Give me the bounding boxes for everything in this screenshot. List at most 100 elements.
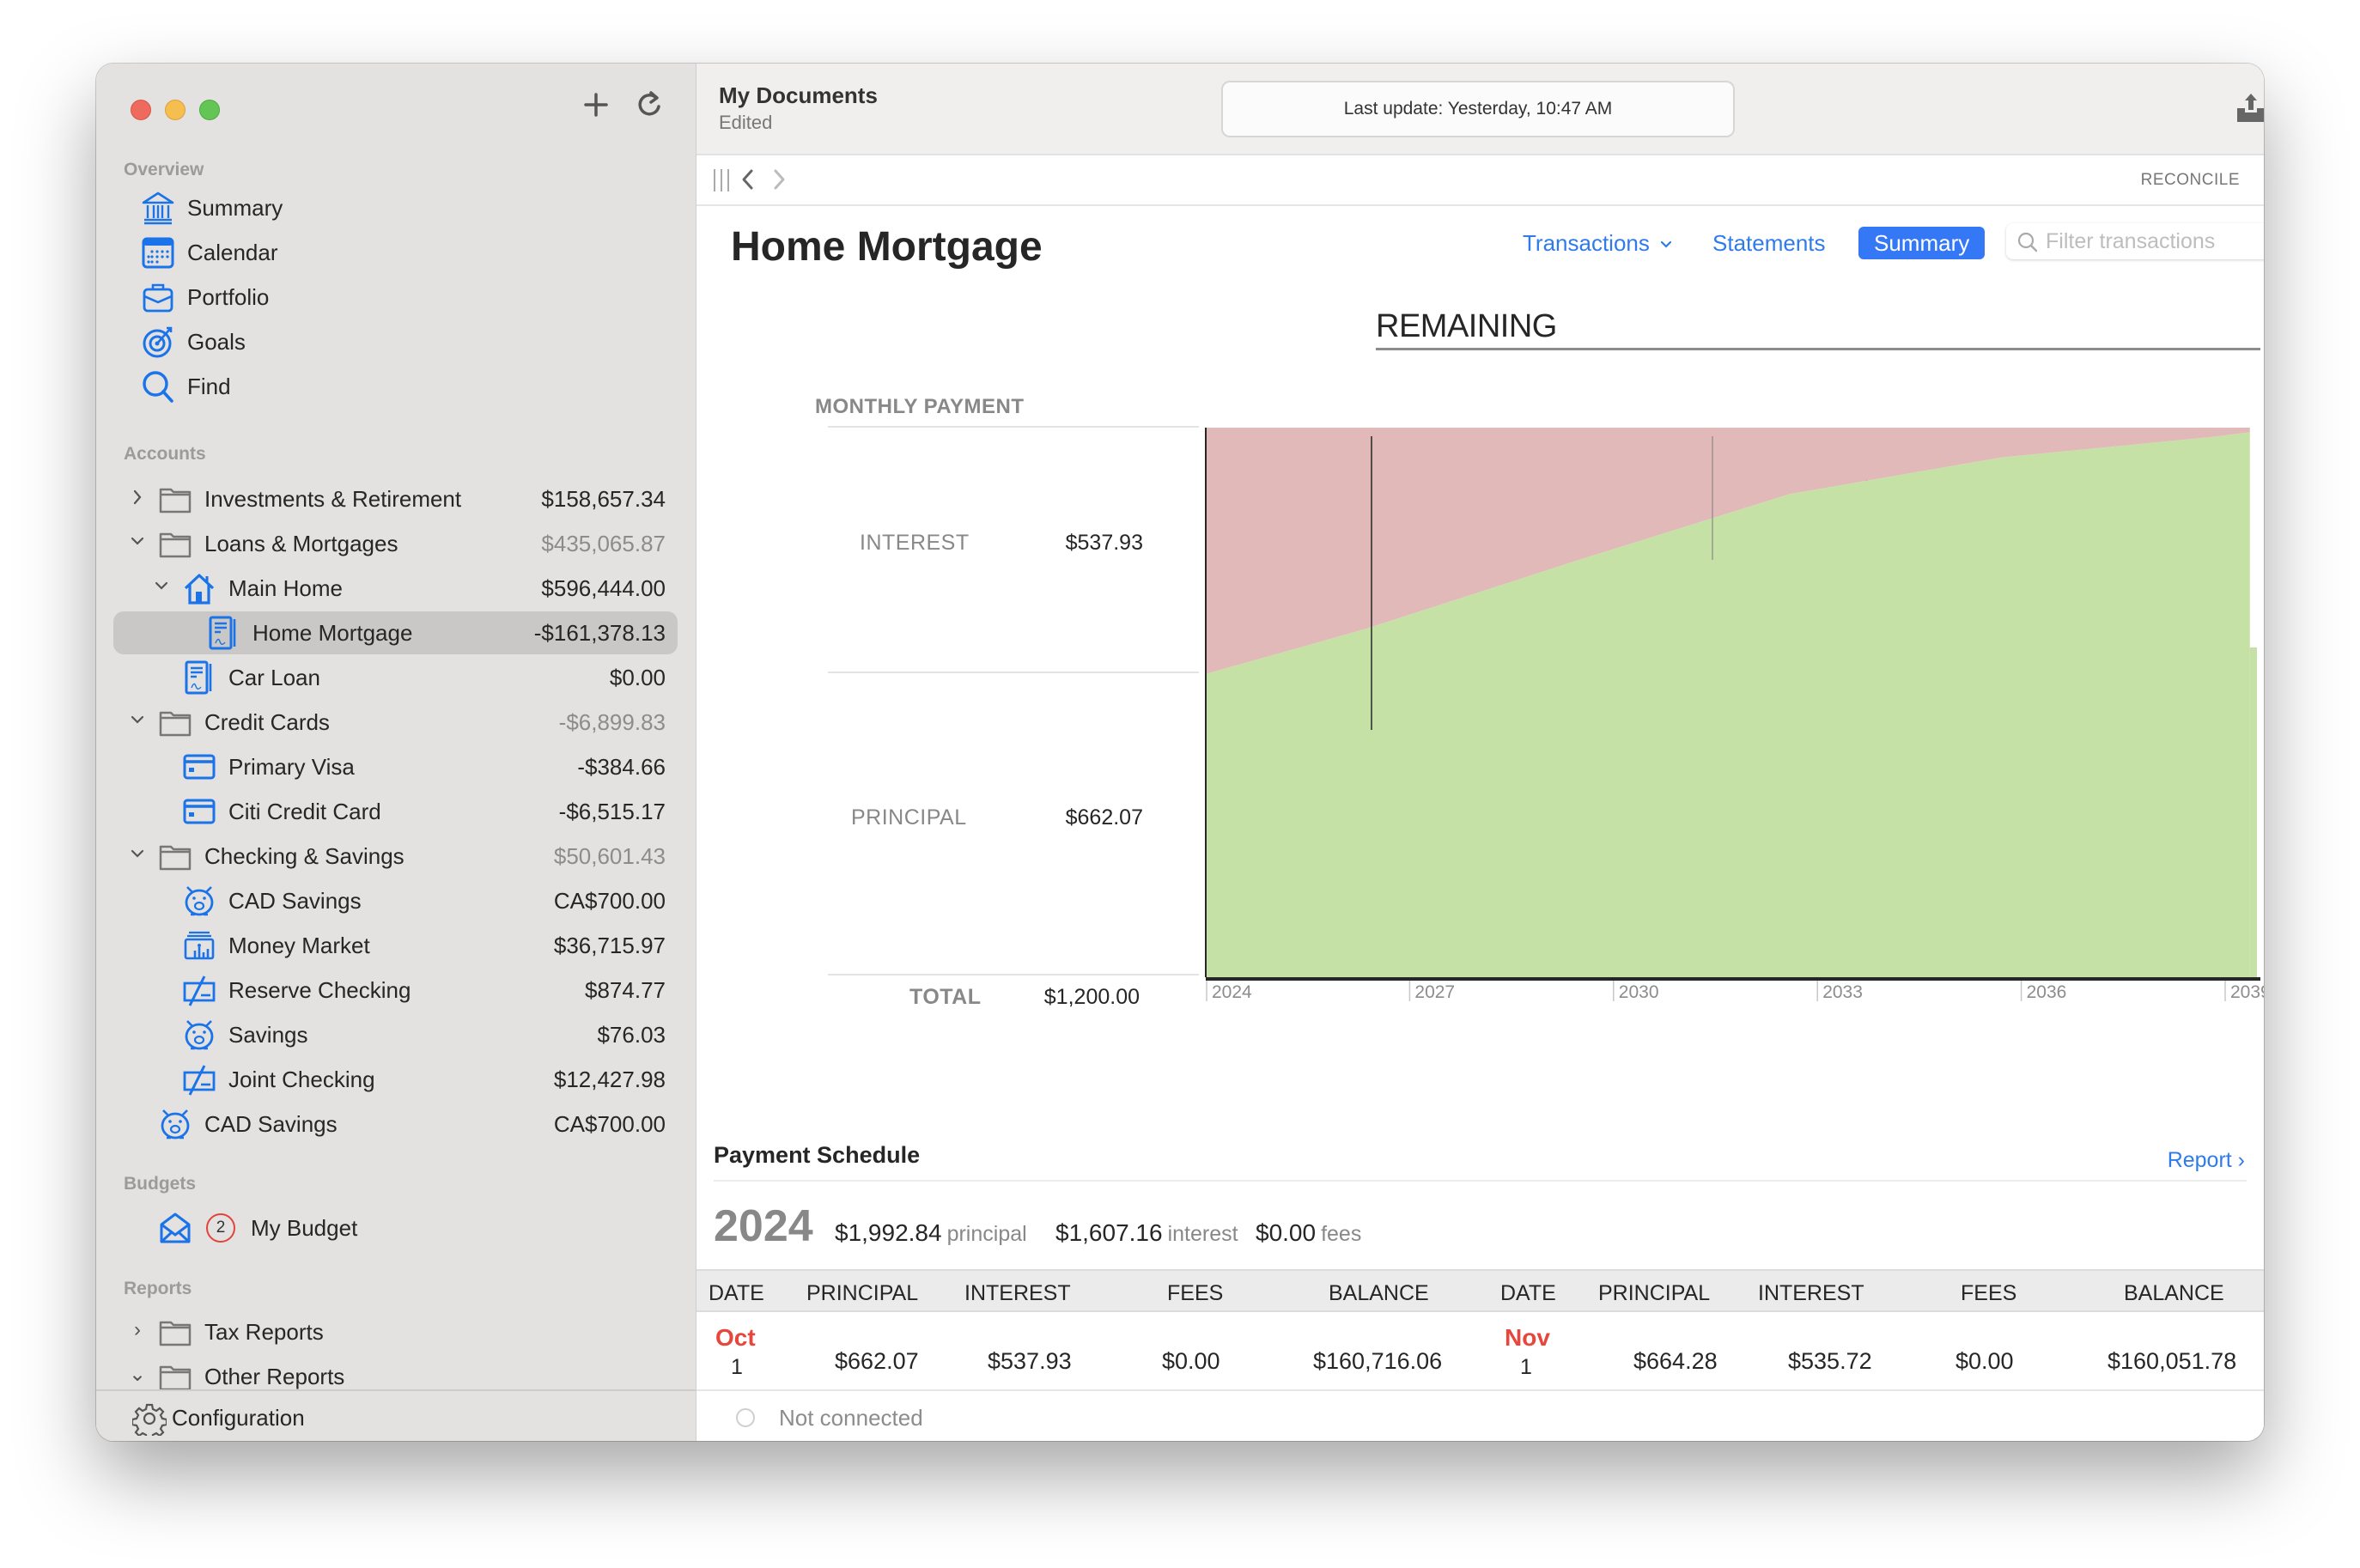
chevron-down-icon[interactable]: ⌄ [129,1362,146,1388]
folder-icon [158,526,192,561]
add-button[interactable] [577,86,615,124]
account-balance: -$6,515.17 [558,799,666,824]
chevron-down-icon[interactable] [153,574,170,599]
account-balance: CA$700.00 [553,888,666,914]
sidebar-item-goals[interactable]: Goals [113,320,678,363]
refresh-button[interactable] [630,86,668,124]
sidebar-item-label: Money Market [228,933,370,958]
summary-value: $0.00 [1256,1219,1317,1246]
sidebar-item-label: Primary Visa [228,754,355,780]
sidebar-account-credit-cards[interactable]: Credit Cards -$6,899.83 [113,701,678,744]
sidebar-item-label: Main Home [228,575,343,601]
column-header-principal: PRINCIPAL [1598,1281,1711,1305]
sidebar-item-portfolio[interactable]: Portfolio [113,276,678,319]
loan-document-icon [182,660,216,695]
sidebar-account-reserve-checking[interactable]: Reserve Checking $874.77 [113,969,678,1012]
sidebar-account-primary-visa[interactable]: Primary Visa -$384.66 [113,745,678,788]
sidebar-account-car-loan[interactable]: Car Loan $0.00 [113,656,678,699]
envelope-icon [158,1211,192,1245]
x-tick-label: 2030 [1619,982,1659,1002]
column-header-date: DATE [1500,1281,1556,1305]
x-tick-label: 2033 [1822,982,1863,1002]
payment-fees: $0.00 [1956,1348,2014,1374]
payment-balance: $160,716.06 [1313,1348,1443,1374]
sidebar-item-label: Savings [228,1022,308,1048]
report-link[interactable]: Report › [2168,1148,2245,1173]
folder-icon [158,482,192,516]
close-window-button[interactable] [131,100,151,120]
payment-principal: $662.07 [835,1348,919,1374]
sidebar-item-label: CAD Savings [228,888,362,914]
year-fees-summary: $0.00 fees [1256,1219,1361,1247]
chevron-down-icon[interactable] [129,708,146,733]
sidebar-account-cad-savings[interactable]: CAD Savings CA$700.00 [113,1103,678,1146]
piggy-bank-icon [182,884,216,918]
account-balance: $76.03 [597,1022,666,1048]
configuration-button[interactable]: Configuration [96,1389,696,1441]
column-header-date: DATE [709,1281,764,1305]
account-balance: $874.77 [585,977,666,1003]
sidebar-account-loans-and-mortgages[interactable]: Loans & Mortgages $435,065.87 [113,522,678,565]
piggy-bank-icon [182,1018,216,1052]
calendar-icon [141,235,175,270]
final-payment-bar [2249,647,2257,977]
chevron-down-icon[interactable] [129,529,146,555]
sidebar-item-summary[interactable]: Summary [113,186,678,229]
sidebar-account-joint-checking[interactable]: Joint Checking $12,427.98 [113,1058,678,1101]
sidebar-account-savings[interactable]: Savings $76.03 [113,1013,678,1056]
remaining-chart: 2024 2027 2030 2033 2036 2039 [1205,428,2264,1002]
sidebar-item-label: Checking & Savings [204,843,404,869]
sidebar-item-my-budget[interactable]: 2 My Budget [113,1206,678,1249]
sidebar-account-checking-and-savings[interactable]: Checking & Savings $50,601.43 [113,835,678,878]
target-icon [141,325,175,359]
x-tick-label: 2024 [1212,982,1252,1002]
connection-status-indicator [736,1408,755,1427]
briefcase-icon [141,280,175,314]
sidebar-item-label: Joint Checking [228,1067,375,1092]
sidebar-account-cad-savings[interactable]: CAD Savings CA$700.00 [113,879,678,922]
chevron-right-icon[interactable]: › [129,1317,146,1343]
year-interest-summary: $1,607.16 interest [1055,1219,1238,1247]
payment-balance: $160,051.78 [2108,1348,2237,1374]
sidebar-item-label: Goals [187,329,246,355]
x-tick-label: 2039 [2230,982,2264,1002]
credit-card-icon [182,750,216,784]
sidebar-account-investments-and-retirement[interactable]: Investments & Retirement $158,657.34 [113,477,678,520]
sidebar-item-tax-reports[interactable]: › Tax Reports [113,1310,678,1353]
folder-icon [158,1315,192,1349]
sidebar-item-label: Calendar [187,240,278,265]
connection-status: Not connected [779,1405,923,1431]
column-header-principal: PRINCIPAL [806,1281,919,1305]
x-tick-label: 2036 [2027,982,2067,1002]
sidebar-item-calendar[interactable]: Calendar [113,231,678,274]
sidebar-item-find[interactable]: Find [113,365,678,408]
column-header-interest: INTEREST [1758,1281,1864,1305]
schedule-row[interactable]: Oct 1 $662.07 $537.93 $0.00 $160,716.06 … [696,1312,2264,1391]
budget-alert-badge: 2 [206,1213,235,1243]
minimize-window-button[interactable] [165,100,186,120]
piggy-bank-icon [158,1107,192,1141]
sidebar-account-home-mortgage[interactable]: Home Mortgage -$161,378.13 [113,611,678,654]
account-balance: $0.00 [609,665,666,690]
chevron-down-icon[interactable] [129,842,146,867]
checkbook-icon [182,1062,216,1097]
summary-value: $1,607.16 [1055,1219,1163,1246]
sidebar-item-other-reports[interactable]: ⌄ Other Reports [113,1355,678,1389]
payment-interest: $537.93 [988,1348,1072,1374]
zoom-window-button[interactable] [199,100,220,120]
search-icon [141,369,175,404]
sidebar-account-citi-credit-card[interactable]: Citi Credit Card -$6,515.17 [113,790,678,833]
sidebar-account-money-market[interactable]: Money Market $36,715.97 [113,924,678,967]
summary-unit: principal [946,1222,1027,1246]
summary-unit: interest [1167,1222,1238,1246]
account-balance: $50,601.43 [553,843,666,869]
sidebar: Overview Accounts Budgets 2 My Budget Re… [96,64,696,1441]
sidebar-item-label: My Budget [251,1215,358,1241]
column-header-fees: FEES [1961,1281,2017,1305]
chevron-right-icon[interactable] [129,484,146,510]
status-bar: Not connected [696,1393,2264,1441]
sidebar-account-main-home[interactable]: Main Home $596,444.00 [113,567,678,610]
sidebar-item-label: Find [187,374,231,399]
schedule-table-header: DATE PRINCIPAL INTEREST FEES BALANCE DAT… [696,1269,2264,1312]
app-window: Overview Accounts Budgets 2 My Budget Re… [96,64,2264,1441]
